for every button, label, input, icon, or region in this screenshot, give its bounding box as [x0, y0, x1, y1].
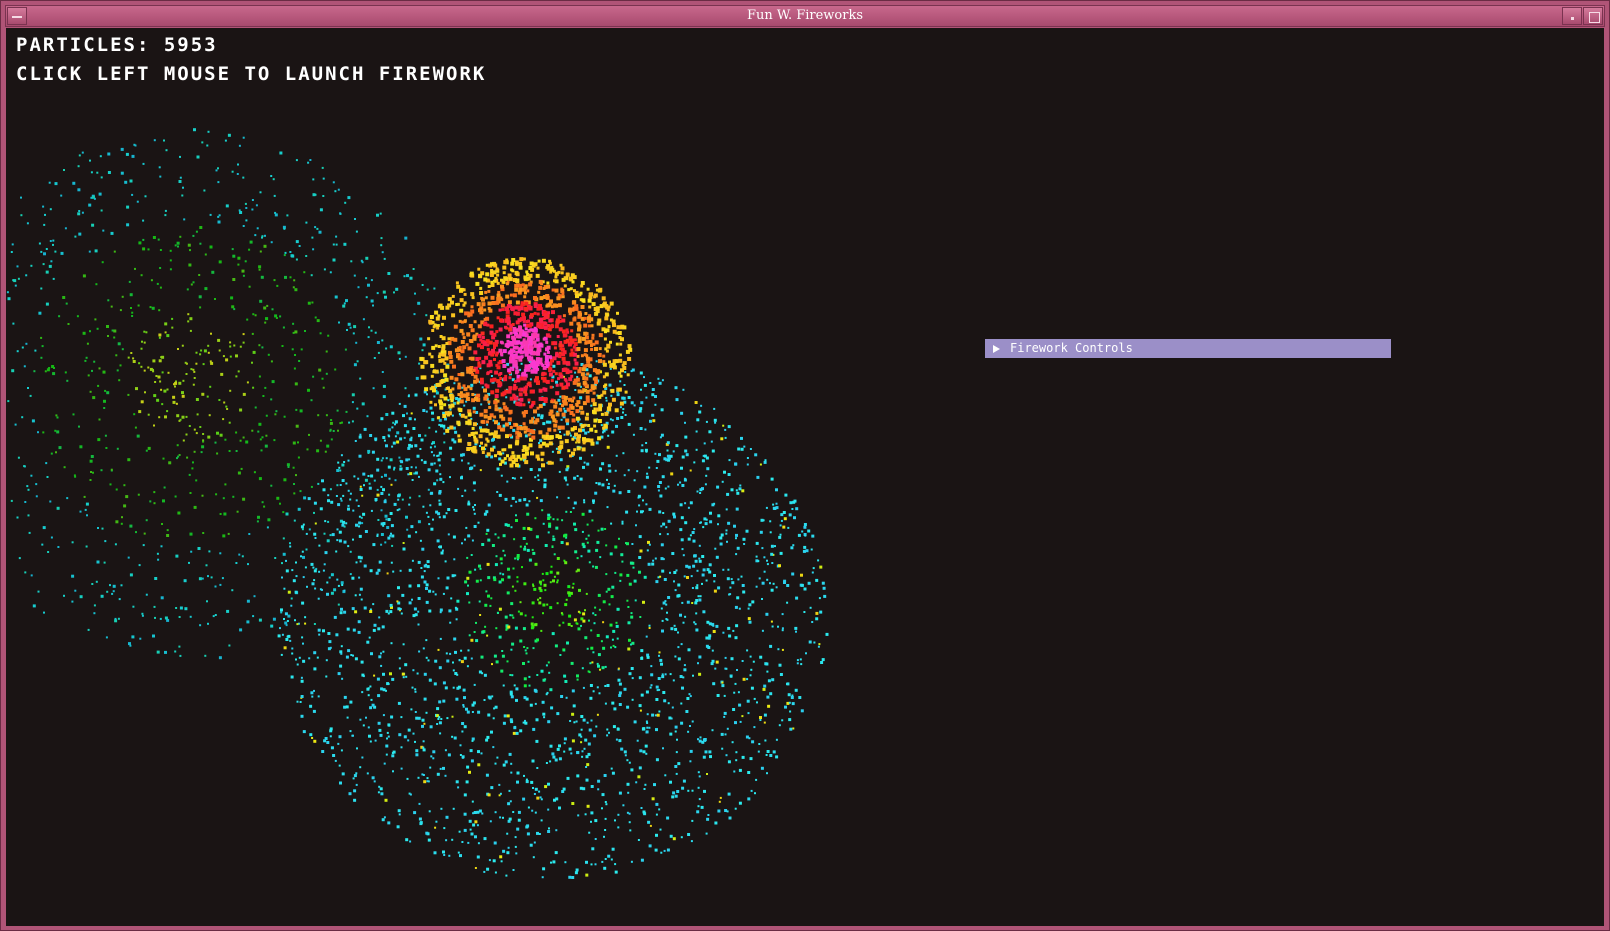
- fireworks-canvas[interactable]: Particles: 5953 Click left mouse to laun…: [6, 28, 1604, 926]
- firework-controls-label: Firework Controls: [1010, 341, 1133, 355]
- maximize-icon[interactable]: [1583, 7, 1603, 25]
- window-title: Fun W. Fireworks: [746, 8, 864, 23]
- minimize-icon[interactable]: [1562, 7, 1582, 25]
- fireworks-display[interactable]: [6, 28, 1604, 926]
- app-window: Fun W. Fireworks Particles: 5953 Click l…: [0, 0, 1610, 931]
- title-bar[interactable]: Fun W. Fireworks: [5, 5, 1605, 27]
- particle-count: Particles: 5953: [16, 34, 218, 56]
- firework-controls-header[interactable]: Firework Controls: [985, 339, 1391, 358]
- triangle-right-icon[interactable]: [993, 345, 1000, 353]
- launch-instructions: Click left mouse to launch firework: [16, 63, 487, 85]
